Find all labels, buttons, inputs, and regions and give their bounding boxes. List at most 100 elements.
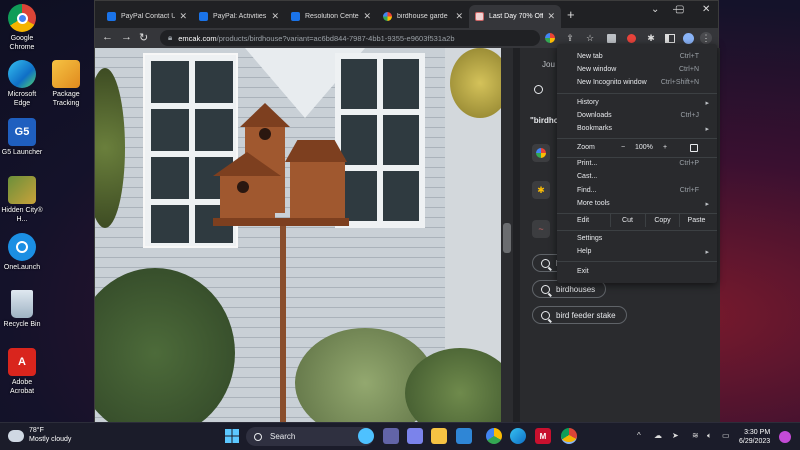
fullscreen-icon[interactable] — [690, 143, 698, 152]
extension-puzzle-icon[interactable] — [605, 32, 617, 44]
close-tab-icon[interactable]: ✕ — [547, 11, 555, 22]
close-tab-icon[interactable]: ✕ — [271, 11, 279, 22]
mcafee-icon[interactable]: M — [535, 428, 551, 444]
chevron-up-icon[interactable]: ^ — [637, 431, 641, 440]
google-result-icon[interactable] — [532, 144, 550, 162]
back-arrow-icon[interactable]: ← — [102, 31, 113, 43]
desktop-icon-acrobat[interactable]: A Adobe Acrobat — [0, 348, 44, 396]
suggestion-chip[interactable]: bird feeder stake — [532, 306, 627, 324]
maximize-button[interactable]: ▢ — [675, 4, 684, 15]
new-tab-icon[interactable]: + — [567, 7, 575, 22]
paste-button[interactable]: Paste — [679, 214, 713, 227]
birdhouse-body — [290, 158, 345, 218]
menu-item-label: Bookmarks — [577, 125, 613, 132]
copy-button[interactable]: Copy — [645, 214, 679, 227]
menu-item-label: Find... — [577, 187, 597, 194]
tab-paypal-contact[interactable]: PayPal Contact Us ✕ — [101, 5, 193, 28]
menu-shortcut: Ctrl+N — [678, 66, 699, 73]
walmart-result-icon[interactable]: ✱ — [532, 181, 550, 199]
zoom-out-button[interactable]: − — [621, 144, 625, 151]
volume-icon[interactable]: 🔈︎ — [707, 431, 712, 441]
close-tab-icon[interactable]: ✕ — [179, 11, 187, 22]
photos-icon[interactable] — [486, 428, 502, 444]
side-panel-icon[interactable] — [664, 32, 676, 44]
zoom-in-button[interactable]: + — [663, 144, 667, 151]
windows-taskbar: 78°F Mostly cloudy Search M ^ ☁ ➤ ≋ 🔈︎ ▭… — [0, 422, 800, 450]
stocks-icon[interactable] — [456, 428, 472, 444]
result-thumbnail-icon[interactable]: ~ — [532, 220, 550, 238]
paypal-icon — [199, 12, 208, 21]
search-icon[interactable] — [534, 85, 543, 94]
tab-resolution-center[interactable]: Resolution Center ✕ — [285, 5, 377, 28]
menu-item-more-tools[interactable]: More tools ▸ — [557, 197, 717, 210]
teams-meet-icon[interactable] — [383, 428, 399, 444]
bookmark-star-icon[interactable]: ☆ — [584, 32, 596, 44]
chrome-taskbar-icon[interactable] — [561, 428, 577, 444]
menu-item-exit[interactable]: Exit — [557, 265, 717, 278]
windows-start-icon[interactable] — [224, 428, 240, 444]
close-tab-icon[interactable]: ✕ — [455, 11, 463, 22]
battery-icon[interactable]: ▭ — [722, 431, 730, 440]
close-tab-icon[interactable]: ✕ — [363, 11, 371, 22]
menu-divider — [557, 230, 717, 231]
birdhouse-hole — [259, 128, 271, 140]
desktop-icon-onelaunch[interactable]: OneLaunch — [0, 233, 44, 272]
google-lens-icon[interactable] — [544, 32, 556, 44]
desktop-icon-hidden-city[interactable]: Hidden City® H... — [0, 176, 44, 224]
desktop-icon-chrome[interactable]: Google Chrome — [0, 4, 44, 52]
menu-shortcut: Ctrl+Shift+N — [660, 79, 699, 86]
product-image[interactable] — [95, 48, 501, 423]
copilot-icon[interactable] — [358, 428, 374, 444]
menu-item-help[interactable]: Help ▸ — [557, 245, 717, 258]
menu-item-new-tab[interactable]: New tab Ctrl+T — [557, 50, 717, 63]
menu-item-new-window[interactable]: New window Ctrl+N — [557, 63, 717, 76]
address-bar[interactable]: 🔒︎ emcak.com/products/birdhouse?variant=… — [160, 30, 540, 46]
taskbar-clock[interactable]: 3:30 PM 6/29/2023 — [739, 428, 770, 446]
tab-paypal-activities[interactable]: PayPal: Activities ✕ — [193, 5, 285, 28]
notification-icon[interactable] — [779, 431, 791, 443]
tab-last-day-sale[interactable]: Last Day 70% Off ✕ — [469, 5, 561, 28]
menu-item-find[interactable]: Find... Ctrl+F — [557, 184, 717, 197]
cut-button[interactable]: Cut — [610, 214, 644, 227]
recycle-bin-icon — [11, 290, 33, 318]
menu-item-history[interactable]: History ▸ — [557, 96, 717, 109]
edge-taskbar-icon[interactable] — [510, 428, 526, 444]
desktop-icon-g5-launcher[interactable]: G5 G5 Launcher — [0, 118, 44, 157]
chevron-right-icon: ▸ — [705, 248, 709, 256]
menu-item-bookmarks[interactable]: Bookmarks ▸ — [557, 122, 717, 135]
reload-icon[interactable]: ↻ — [139, 31, 148, 44]
clock-date: 6/29/2023 — [739, 438, 771, 445]
menu-item-cast[interactable]: Cast... — [557, 170, 717, 183]
taskbar-search[interactable]: Search — [246, 427, 374, 446]
extension-red-icon[interactable] — [625, 32, 637, 44]
image-scrollbar[interactable] — [501, 48, 513, 423]
share-icon[interactable]: ⇪ — [564, 32, 576, 44]
desktop-icon-label: Microsoft Edge — [7, 91, 37, 107]
desktop-icon-edge[interactable]: Microsoft Edge — [0, 60, 44, 108]
forward-arrow-icon[interactable]: → — [121, 31, 132, 43]
tab-title: Last Day 70% Off — [489, 13, 544, 20]
desktop-icon-recycle-bin[interactable]: Recycle Bin — [0, 290, 44, 329]
desktop-icon-package-tracking[interactable]: Package Tracking — [44, 60, 88, 108]
tab-title: PayPal Contact Us — [121, 13, 176, 20]
kebab-menu-icon[interactable]: ⋮ — [700, 32, 712, 44]
video-chat-icon[interactable] — [407, 428, 423, 444]
menu-item-settings[interactable]: Settings — [557, 232, 717, 245]
chevron-down-icon[interactable]: ⌄ — [651, 4, 659, 15]
send-arrow-icon[interactable]: ➤ — [672, 431, 679, 440]
tab-birdhouse-google[interactable]: birdhouse garde ✕ — [377, 5, 469, 28]
profile-avatar[interactable] — [682, 32, 694, 44]
onedrive-cloud-icon[interactable]: ☁ — [654, 431, 662, 440]
close-window-button[interactable]: ✕ — [702, 4, 710, 15]
scrollbar-thumb[interactable] — [503, 223, 511, 253]
paypal-icon — [291, 12, 300, 21]
extensions-icon[interactable]: ✱ — [645, 32, 657, 44]
tab-strip: PayPal Contact Us ✕ PayPal: Activities ✕… — [95, 1, 718, 28]
file-explorer-icon[interactable] — [431, 428, 447, 444]
menu-item-new-incognito[interactable]: New Incognito window Ctrl+Shift+N — [557, 76, 717, 89]
wifi-icon[interactable]: ≋ — [692, 431, 699, 440]
menu-item-downloads[interactable]: Downloads Ctrl+J — [557, 109, 717, 122]
weather-widget[interactable]: 78°F Mostly cloudy — [8, 427, 71, 444]
menu-item-label: More tools — [577, 200, 610, 207]
menu-item-print[interactable]: Print... Ctrl+P — [557, 157, 717, 170]
